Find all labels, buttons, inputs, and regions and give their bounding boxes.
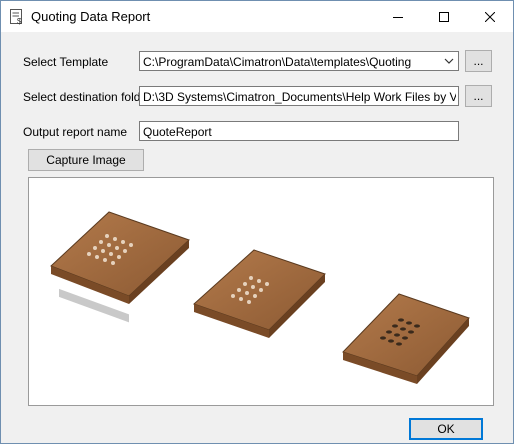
- capture-image-button[interactable]: Capture Image: [28, 149, 144, 171]
- maximize-button[interactable]: [421, 1, 467, 32]
- output-name-label: Output report name: [23, 125, 128, 139]
- destination-label: Select destination folder: [23, 90, 152, 104]
- destination-value: D:\3D Systems\Cimatron_Documents\Help Wo…: [143, 90, 456, 104]
- ok-button[interactable]: OK: [409, 418, 483, 440]
- template-combo[interactable]: C:\ProgramData\Cimatron\Data\templates\Q…: [139, 51, 459, 71]
- close-icon: [485, 11, 495, 22]
- title-bar: $ Quoting Data Report: [1, 1, 513, 32]
- output-name-field[interactable]: QuoteReport: [139, 121, 459, 141]
- minimize-icon: [393, 16, 403, 18]
- chevron-down-icon: [444, 58, 454, 64]
- preview-image: [28, 177, 494, 406]
- mold-part-2: [193, 249, 326, 338]
- svg-text:$: $: [17, 17, 22, 26]
- quoting-data-report-window: $ Quoting Data Report Select Template C:…: [0, 0, 514, 444]
- close-button[interactable]: [467, 1, 513, 32]
- destination-browse-button[interactable]: ...: [465, 85, 492, 107]
- minimize-button[interactable]: [375, 1, 421, 32]
- template-value: C:\ProgramData\Cimatron\Data\templates\Q…: [143, 55, 412, 69]
- report-icon: $: [9, 8, 25, 26]
- mold-part-1: [50, 211, 190, 323]
- maximize-icon: [439, 11, 449, 22]
- template-label: Select Template: [23, 55, 109, 69]
- mold-plate-render: [50, 211, 470, 384]
- mold-part-3: [342, 293, 470, 384]
- template-browse-button[interactable]: ...: [465, 50, 492, 72]
- window-title: Quoting Data Report: [31, 9, 151, 24]
- destination-field[interactable]: D:\3D Systems\Cimatron_Documents\Help Wo…: [139, 86, 459, 106]
- output-name-value: QuoteReport: [143, 125, 212, 139]
